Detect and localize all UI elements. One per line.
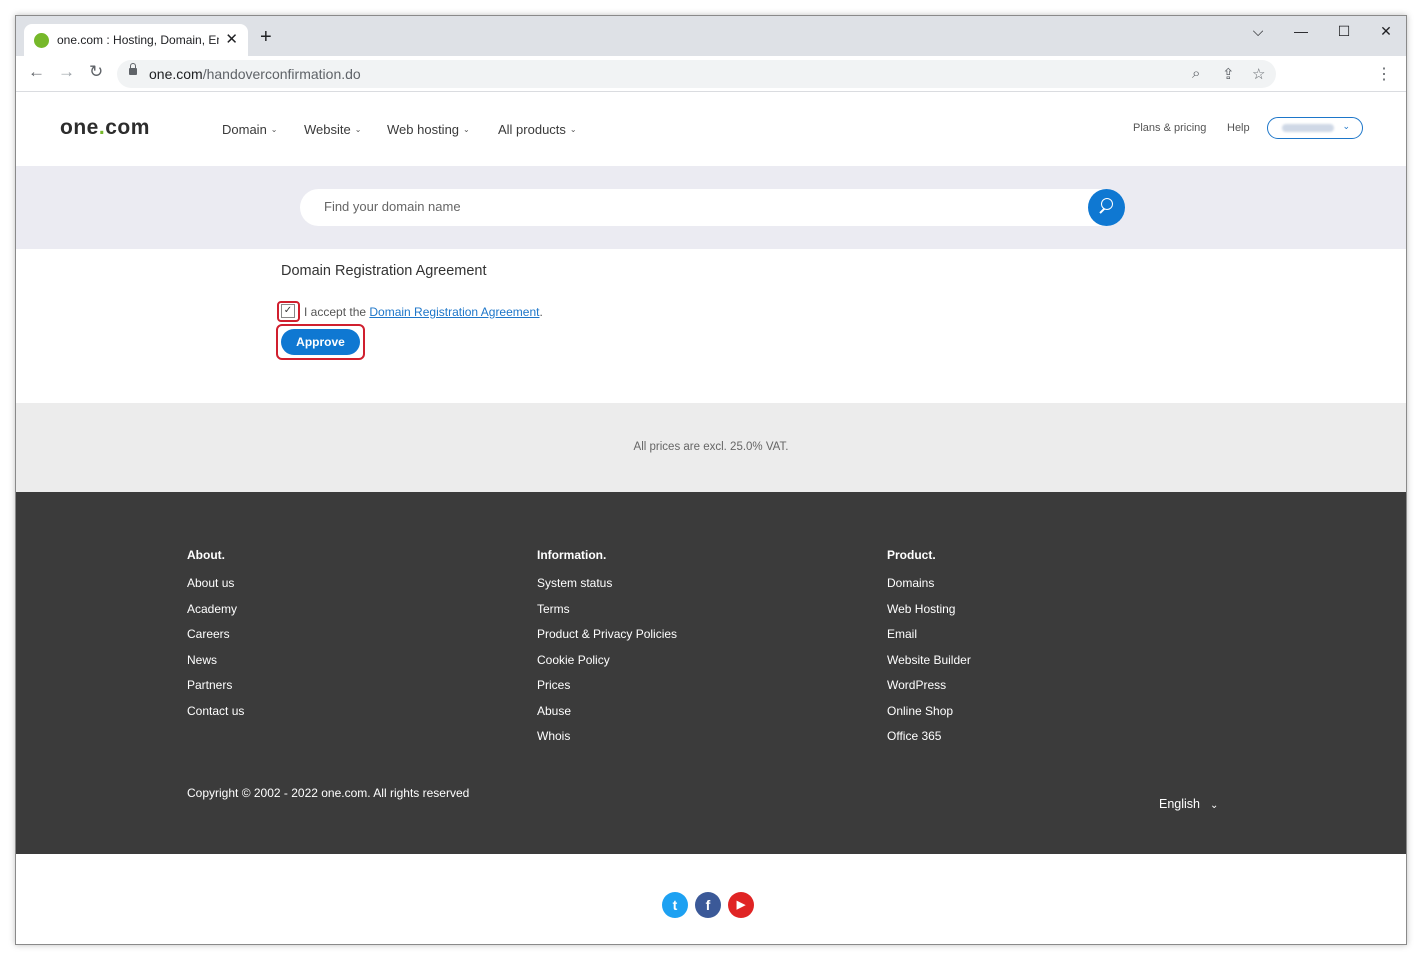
new-tab-button[interactable]: + <box>260 27 272 47</box>
tab-search-chevron-icon[interactable]: ⌵ <box>1238 16 1278 46</box>
back-button[interactable]: ← <box>28 63 45 80</box>
facebook-icon[interactable]: f <box>695 892 721 918</box>
forward-button[interactable]: → <box>58 63 75 80</box>
domain-search-box <box>300 189 1125 226</box>
nav-domain-label: Domain <box>222 122 267 137</box>
chevron-down-icon: ⌄ <box>569 125 577 134</box>
lock-icon <box>129 63 137 75</box>
search-button[interactable] <box>1088 189 1125 226</box>
help-link[interactable]: Help <box>1227 122 1250 134</box>
url-path: /handoverconfirmation.do <box>202 66 361 82</box>
account-name-blurred <box>1282 124 1334 132</box>
zoom-icon[interactable]: ⌕ <box>1192 65 1200 82</box>
browser-toolbar: ← → ↻ one.com/handoverconfirmation.do ⌕ … <box>16 56 1406 92</box>
site-header: one.com Domain ⌄ Website ⌄ Web hosting ⌄ Al… <box>16 92 1406 166</box>
vat-note: All prices are excl. 25.0% VAT. <box>633 441 789 453</box>
language-label: English <box>1159 797 1200 811</box>
footer-link[interactable]: Website Builder <box>887 653 971 679</box>
footer-link[interactable]: Prices <box>537 678 677 704</box>
chevron-down-icon: ⌄ <box>463 125 470 134</box>
nav-all-products[interactable]: All products ⌄ <box>498 122 577 137</box>
nav-web-hosting[interactable]: Web hosting ⌄ <box>387 122 470 137</box>
search-icon-handle <box>1099 208 1105 214</box>
maximize-button[interactable]: ☐ <box>1324 16 1364 46</box>
nav-domain[interactable]: Domain ⌄ <box>222 122 278 137</box>
site-footer: About. About us Academy Careers News Par… <box>16 492 1406 854</box>
footer-heading: About. <box>187 548 225 562</box>
footer-link[interactable]: Online Shop <box>887 704 971 730</box>
nav-website-label: Website <box>304 122 351 137</box>
footer-link[interactable]: Domains <box>887 576 971 602</box>
plans-pricing-link[interactable]: Plans & pricing <box>1133 122 1206 134</box>
accept-label: I accept the Domain Registration Agreeme… <box>304 305 543 319</box>
url-domain: one.com <box>149 66 203 82</box>
browser-window: one.com : Hosting, Domain, Email ✕ + ⌵ —… <box>15 15 1407 945</box>
agreement-link[interactable]: Domain Registration Agreement <box>369 305 539 319</box>
chevron-down-icon: ⌄ <box>270 125 278 134</box>
nav-all-products-label: All products <box>498 122 566 137</box>
footer-link[interactable]: Whois <box>537 729 677 755</box>
footer-link[interactable]: Email <box>887 627 971 653</box>
footer-link[interactable]: Academy <box>187 602 244 628</box>
chevron-down-icon: ⌄ <box>354 125 362 134</box>
browser-tab[interactable]: one.com : Hosting, Domain, Email ✕ <box>24 24 248 56</box>
footer-column-information: Information. System status Terms Product… <box>537 548 677 755</box>
logo-main: one <box>60 116 99 139</box>
logo-tld: com <box>105 116 150 139</box>
copyright-text: Copyright © 2002 - 2022 one.com. All rig… <box>187 786 470 800</box>
footer-link[interactable]: WordPress <box>887 678 971 704</box>
footer-link[interactable]: Terms <box>537 602 677 628</box>
tab-strip: one.com : Hosting, Domain, Email ✕ + ⌵ —… <box>16 16 1406 56</box>
footer-link[interactable]: Web Hosting <box>887 602 971 628</box>
nav-website[interactable]: Website ⌄ <box>304 122 361 137</box>
domain-search-input[interactable] <box>322 198 1066 215</box>
onecom-logo[interactable]: one.com <box>60 116 150 140</box>
footer-column-product: Product. Domains Web Hosting Email Websi… <box>887 548 971 755</box>
footer-link[interactable]: Contact us <box>187 704 244 730</box>
approve-button[interactable]: Approve <box>281 329 360 355</box>
footer-heading: Product. <box>887 548 936 562</box>
twitter-icon[interactable]: t <box>662 892 688 918</box>
accept-prefix: I accept the <box>304 305 370 319</box>
domain-search-band <box>16 166 1406 249</box>
social-links: t f ▶ <box>16 854 1406 944</box>
language-selector[interactable]: English ⌄ <box>1159 797 1218 811</box>
browser-menu-icon[interactable]: ⋮ <box>1376 64 1392 84</box>
tab-close-icon[interactable]: ✕ <box>225 30 238 48</box>
favicon-icon <box>34 33 49 48</box>
address-bar[interactable]: one.com/handoverconfirmation.do ⌕ ⇪ ☆ <box>117 60 1276 88</box>
youtube-icon[interactable]: ▶ <box>728 892 754 918</box>
nav-web-hosting-label: Web hosting <box>387 122 460 137</box>
footer-link[interactable]: Careers <box>187 627 244 653</box>
account-menu-button[interactable]: ⌄ <box>1267 117 1363 139</box>
bookmark-star-icon[interactable]: ☆ <box>1252 65 1265 83</box>
footer-link[interactable]: Product & Privacy Policies <box>537 627 677 653</box>
footer-link[interactable]: Office 365 <box>887 729 971 755</box>
footer-link[interactable]: Cookie Policy <box>537 653 677 679</box>
minimize-button[interactable]: — <box>1281 16 1321 46</box>
footer-column-about: About. About us Academy Careers News Par… <box>187 548 244 729</box>
accept-suffix: . <box>539 305 543 319</box>
footer-link[interactable]: Abuse <box>537 704 677 730</box>
share-icon[interactable]: ⇪ <box>1222 65 1235 83</box>
footer-link[interactable]: News <box>187 653 244 679</box>
window-close-button[interactable]: ✕ <box>1366 16 1406 46</box>
tab-title: one.com : Hosting, Domain, Email <box>57 33 219 47</box>
reload-button[interactable]: ↻ <box>89 63 103 80</box>
url-text: one.com/handoverconfirmation.do <box>149 66 361 82</box>
vat-band: All prices are excl. 25.0% VAT. <box>16 403 1406 492</box>
footer-link[interactable]: System status <box>537 576 677 602</box>
footer-heading: Information. <box>537 548 607 562</box>
footer-link[interactable]: About us <box>187 576 244 602</box>
footer-link[interactable]: Partners <box>187 678 244 704</box>
page-title: Domain Registration Agreement <box>281 263 487 279</box>
chevron-down-icon: ⌄ <box>1210 800 1219 811</box>
accept-checkbox[interactable]: ✓ <box>281 304 295 318</box>
chevron-down-icon: ⌄ <box>1342 121 1350 131</box>
web-page: one.com Domain ⌄ Website ⌄ Web hosting ⌄ Al… <box>16 92 1406 944</box>
